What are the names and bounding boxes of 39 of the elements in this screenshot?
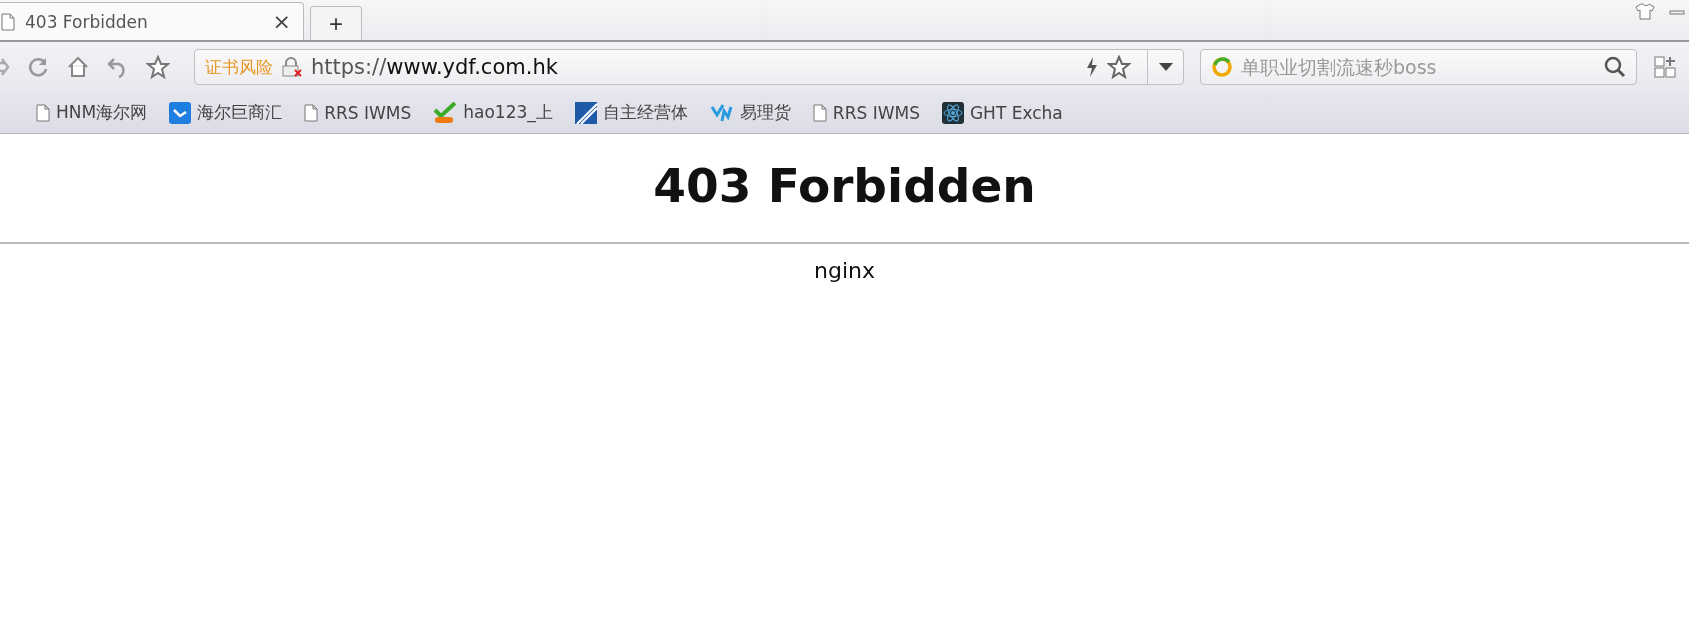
swirl-logo-icon bbox=[709, 102, 734, 123]
minimize-button[interactable] bbox=[1669, 10, 1685, 16]
server-name: nginx bbox=[813, 258, 876, 283]
bookmark-link[interactable]: 自主经营体 bbox=[602, 101, 688, 124]
checkmark-logo-icon bbox=[433, 101, 458, 124]
lightning-icon[interactable] bbox=[1085, 56, 1099, 78]
bookmark-link[interactable]: RRS IWMS bbox=[324, 102, 412, 123]
url-text: https://www.ydf.com.hk bbox=[311, 55, 558, 79]
bookmark-link[interactable]: RRS IWMS bbox=[832, 102, 920, 123]
search-icon[interactable] bbox=[1604, 56, 1626, 78]
bookmark-link[interactable]: 海尔巨商汇 bbox=[197, 101, 283, 124]
address-field[interactable]: 证书风险 https://www.ydf.com.hk bbox=[194, 49, 1184, 85]
chat-bubble-icon bbox=[169, 101, 192, 124]
page-icon bbox=[812, 103, 827, 122]
bookmark-link[interactable]: 易理货 bbox=[739, 101, 791, 124]
home-icon[interactable] bbox=[66, 55, 90, 79]
diagonal-stripe-icon bbox=[574, 101, 597, 124]
page-icon bbox=[36, 103, 50, 122]
star-icon[interactable] bbox=[1107, 55, 1131, 79]
close-tab-button[interactable]: × bbox=[272, 9, 291, 34]
shirt-icon[interactable] bbox=[1635, 2, 1655, 20]
tab-title: 403 Forbidden bbox=[25, 11, 149, 32]
bookmark-link[interactable]: hao123_上 bbox=[463, 101, 553, 124]
page-icon bbox=[304, 103, 319, 122]
bookmark-link[interactable]: HNM海尔网 bbox=[56, 101, 148, 124]
search-input[interactable]: 单职业切割流速秒boss bbox=[1239, 55, 1598, 79]
search-field[interactable]: 单职业切割流速秒boss bbox=[1200, 49, 1637, 85]
star-icon[interactable] bbox=[146, 55, 170, 79]
page-heading: 403 Forbidden bbox=[652, 158, 1037, 215]
atom-icon bbox=[941, 101, 964, 124]
browser-tab[interactable]: 403 Forbidden × bbox=[0, 2, 304, 40]
page-icon bbox=[1, 12, 15, 31]
bookmark-link[interactable]: GHT Excha bbox=[969, 102, 1063, 123]
caret-icon bbox=[1158, 63, 1173, 71]
apps-icon[interactable] bbox=[1653, 55, 1677, 79]
lock-error-icon bbox=[281, 57, 303, 77]
reload-icon[interactable] bbox=[26, 55, 50, 79]
search-engine-icon bbox=[1211, 56, 1233, 78]
new-tab-button[interactable]: + bbox=[310, 6, 362, 40]
